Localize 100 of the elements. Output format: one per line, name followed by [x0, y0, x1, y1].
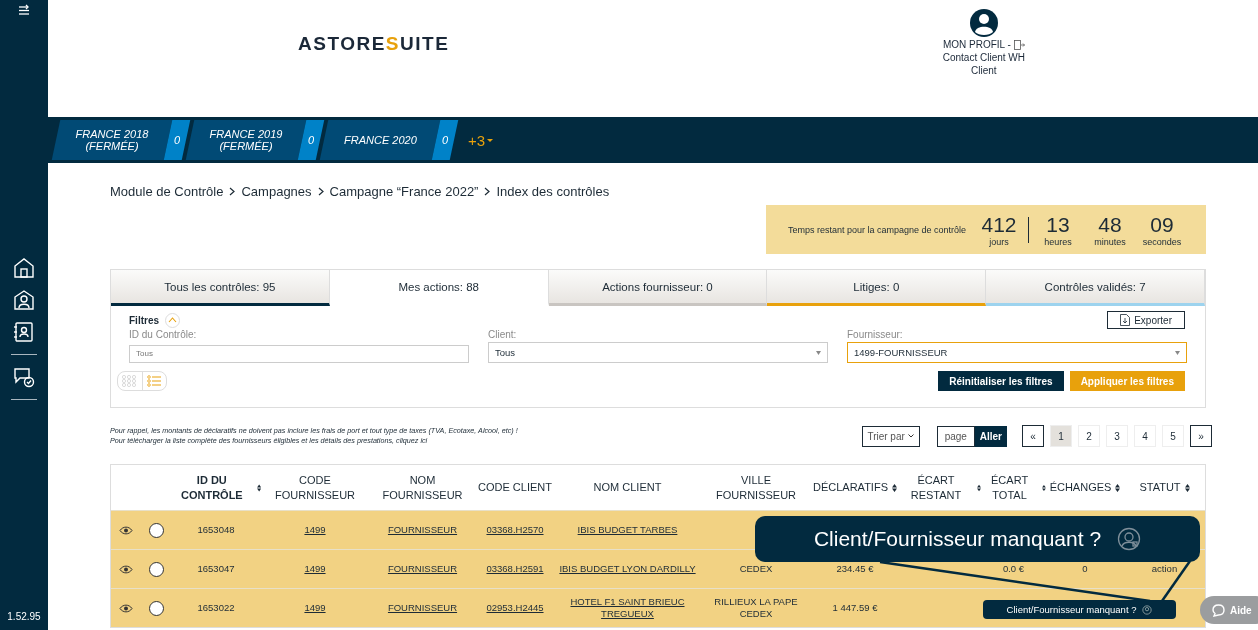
- caret-icon: [1175, 350, 1180, 355]
- callout-text: Client/Fournisseur manquant ?: [813, 527, 1102, 551]
- breadcrumb-link[interactable]: Campagne “France 2022”: [329, 184, 479, 199]
- eye-icon[interactable]: [119, 603, 133, 613]
- select-field[interactable]: 1499-FOURNISSEUR: [847, 342, 1187, 363]
- sort-icon[interactable]: [976, 483, 981, 492]
- row-radio[interactable]: [148, 600, 164, 616]
- column-header: ID DU CONTRÔLE: [179, 472, 244, 503]
- go-button[interactable]: Aller: [974, 425, 1007, 447]
- chevron-icon: [317, 187, 324, 196]
- caret-icon: [487, 138, 494, 142]
- breadcrumb-link[interactable]: Campagnes: [241, 184, 312, 199]
- table-link[interactable]: 1499: [304, 602, 326, 614]
- menu-icon[interactable]: [18, 4, 30, 16]
- campaign-tab[interactable]: FRANCE 2020: [319, 120, 441, 160]
- field-label: ID du Contrôle:: [129, 329, 198, 340]
- select-field[interactable]: Tous: [488, 342, 828, 363]
- table-link[interactable]: FOURNISSEUR: [387, 563, 458, 575]
- table-link[interactable]: IBIS BUDGET TARBES: [577, 524, 678, 536]
- home-icon[interactable]: [12, 256, 36, 280]
- column-header: ÉCHANGES: [1049, 480, 1112, 495]
- table-cell: 0: [1082, 563, 1088, 575]
- more-campaigns-button[interactable]: +3: [468, 131, 494, 149]
- profile-link[interactable]: MON PROFIL -: [942, 38, 1011, 51]
- countdown-unit: secondes: [1142, 236, 1182, 247]
- column-header: CODE FOURNISSEUR: [273, 472, 357, 503]
- contact-card-icon[interactable]: [12, 320, 36, 344]
- table-link[interactable]: 1499: [304, 563, 326, 575]
- eye-icon[interactable]: [119, 564, 133, 574]
- chevron-icon: [229, 187, 236, 196]
- sort-icon[interactable]: [1042, 483, 1046, 492]
- column-header: CODE CLIENT: [478, 480, 552, 495]
- table-link[interactable]: 03368.H2570: [486, 524, 544, 536]
- table-link[interactable]: IBIS BUDGET LYON DARDILLY: [559, 563, 696, 575]
- logo: ASTORESUITE: [298, 33, 450, 55]
- eye-icon[interactable]: [119, 525, 133, 535]
- countdown-value: 412: [981, 212, 1017, 237]
- table-link[interactable]: 1499: [304, 524, 326, 536]
- tab[interactable]: Actions fournisseur: 0: [548, 270, 768, 306]
- page-button[interactable]: 5: [1162, 425, 1184, 447]
- campaign-tab[interactable]: FRANCE 2019 (FERMÉE): [185, 120, 307, 160]
- first-page-button[interactable]: «: [1022, 425, 1044, 447]
- profile-name: Contact Client WH: [942, 51, 1025, 64]
- caret-icon: [908, 434, 915, 438]
- column-header: DÉCLARATIFS: [813, 480, 888, 495]
- sort-icon[interactable]: [892, 483, 897, 492]
- chat-check-icon[interactable]: [12, 365, 36, 389]
- column-header: NOM CLIENT: [593, 480, 662, 495]
- sort-icon[interactable]: [1115, 483, 1121, 492]
- page-input-field[interactable]: page: [936, 425, 975, 447]
- sort-icon[interactable]: [256, 483, 261, 492]
- filters-title: Filtres: [129, 314, 159, 326]
- chat-bubble-icon: [1212, 603, 1225, 617]
- missing-client-button[interactable]: Client/Fournisseur manquant ?: [983, 600, 1176, 619]
- row-radio[interactable]: [148, 522, 164, 538]
- collapse-toggle[interactable]: [165, 312, 180, 328]
- table-link[interactable]: FOURNISSEUR: [387, 602, 458, 614]
- sort-dropdown[interactable]: Trier par: [861, 425, 920, 447]
- avatar-icon[interactable]: [968, 8, 999, 38]
- table-link[interactable]: 03368.H2591: [486, 563, 544, 575]
- version-label: 1.52.95: [7, 611, 41, 622]
- table-cell-text: RILLIEUX LA PAPE CEDEX: [713, 596, 799, 620]
- logout-icon[interactable]: [1013, 39, 1025, 50]
- page-button[interactable]: 4: [1134, 425, 1156, 447]
- countdown-label: Temps restant pour la campagne de contrôle: [788, 224, 968, 235]
- user-icon[interactable]: [12, 288, 36, 312]
- column-header: ÉCART RESTANT: [909, 472, 963, 503]
- tab[interactable]: Tous les contrôles: 95: [111, 270, 330, 306]
- caret-icon: [816, 350, 821, 355]
- support-agent-icon: [1142, 604, 1153, 615]
- table-link[interactable]: 02953.H2445: [486, 602, 544, 614]
- support-agent-icon: [1117, 527, 1142, 551]
- table-cell: 234.45 €: [836, 563, 874, 575]
- table-cell: CEDEX: [739, 563, 773, 575]
- table-cell: 0.0 €: [1002, 563, 1025, 575]
- countdown-value: 13: [1046, 212, 1070, 237]
- reset-filters-button[interactable]: Réinitialiser les filtres: [938, 371, 1064, 391]
- tab[interactable]: Litiges: 0: [767, 270, 987, 306]
- campaign-tab[interactable]: FRANCE 2018 (FERMÉE): [51, 120, 173, 160]
- table-link[interactable]: HOTEL F1 SAINT BRIEUC TREGUEUX: [557, 596, 698, 620]
- row-radio[interactable]: [148, 561, 164, 577]
- countdown-unit: jours: [989, 236, 1009, 247]
- sort-icon[interactable]: [1184, 483, 1190, 492]
- export-button[interactable]: Exporter: [1107, 311, 1185, 329]
- chevron-icon: [168, 317, 177, 323]
- chevron-icon: [484, 187, 491, 196]
- table-cell: action: [1151, 563, 1178, 575]
- table-cell: 1 447.59 €: [832, 602, 878, 614]
- breadcrumb-link[interactable]: Module de Contrôle: [110, 184, 224, 199]
- table-link[interactable]: FOURNISSEUR: [387, 524, 458, 536]
- page-button[interactable]: 1: [1050, 425, 1072, 447]
- tab[interactable]: Contrôles validés: 7: [986, 270, 1205, 306]
- table-cell: 1653047: [197, 563, 235, 575]
- last-page-button[interactable]: »: [1190, 425, 1212, 447]
- page-button[interactable]: 2: [1078, 425, 1100, 447]
- countdown-unit: minutes: [1094, 236, 1126, 247]
- field-label: Fournisseur:: [847, 329, 904, 340]
- breadcrumb-link[interactable]: Index des contrôles: [496, 184, 610, 199]
- id-input-field[interactable]: Tous: [129, 344, 469, 363]
- page-button[interactable]: 3: [1106, 425, 1128, 447]
